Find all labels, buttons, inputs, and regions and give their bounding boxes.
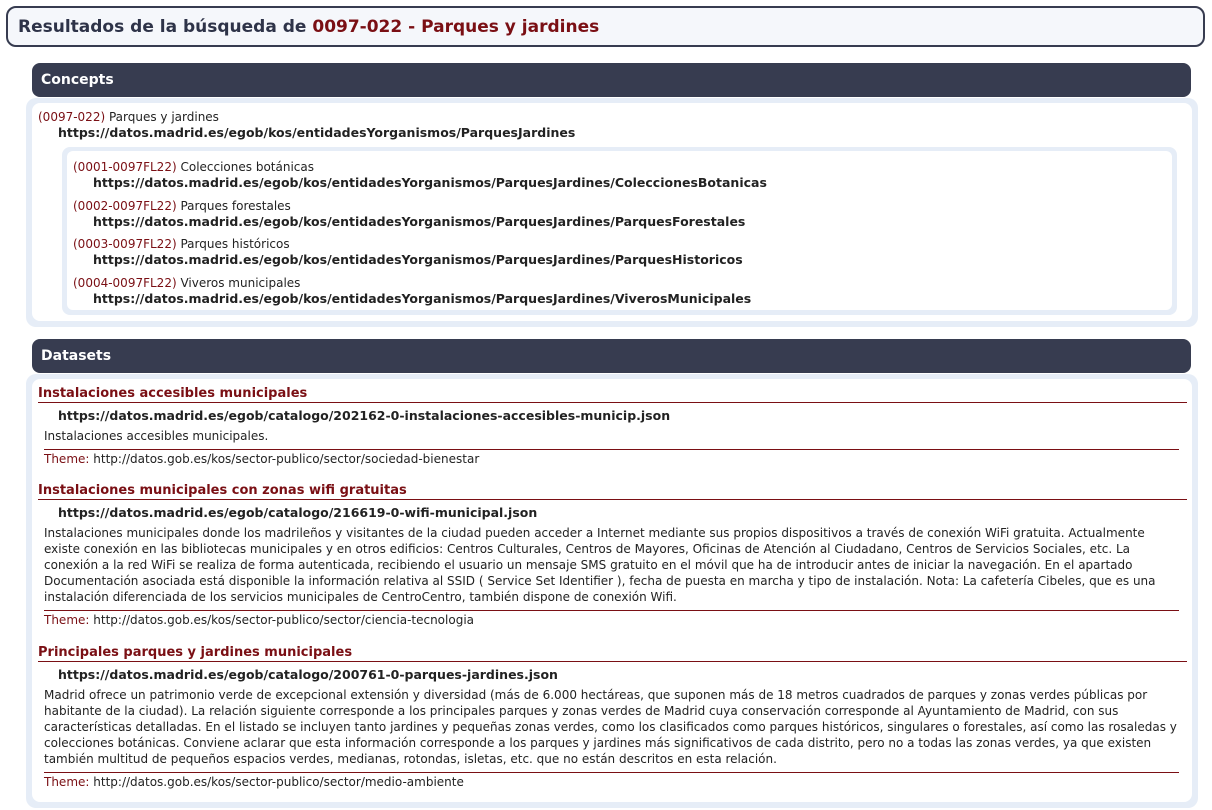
dataset-uri[interactable]: https://datos.madrid.es/egob/catalogo/20…: [58, 408, 1187, 424]
concept-code: (0002-0097FL22): [73, 199, 177, 213]
concept-uri[interactable]: https://datos.madrid.es/egob/kos/entidad…: [93, 214, 745, 230]
concepts-header: Concepts: [32, 63, 1191, 97]
datasets-list: Instalaciones accesibles municipales htt…: [32, 379, 1192, 802]
concept-code: (0001-0097FL22): [73, 160, 177, 174]
concept-child[interactable]: (0003-0097FL22) Parques históricos https…: [73, 236, 743, 268]
dataset-theme: Theme: http://datos.gob.es/kos/sector-pu…: [44, 449, 1179, 467]
datasets-panel: Instalaciones accesibles municipales htt…: [26, 374, 1198, 808]
concept-uri[interactable]: https://datos.madrid.es/egob/kos/entidad…: [93, 291, 751, 307]
concept-children-panel: (0001-0097FL22) Colecciones botánicas ht…: [62, 147, 1177, 315]
dataset-item: Instalaciones municipales con zonas wifi…: [38, 483, 1187, 628]
datasets-header: Datasets: [32, 339, 1191, 373]
concept-children-list: (0001-0097FL22) Colecciones botánicas ht…: [67, 151, 1172, 310]
concept-label: Parques históricos: [180, 237, 290, 251]
concept-uri[interactable]: https://datos.madrid.es/egob/kos/entidad…: [93, 252, 743, 268]
theme-uri[interactable]: http://datos.gob.es/kos/sector-publico/s…: [93, 775, 464, 789]
concept-label: Viveros municipales: [180, 276, 301, 290]
theme-label: Theme:: [44, 613, 90, 627]
concept-code: (0097-022): [38, 110, 106, 124]
dataset-item: Instalaciones accesibles municipales htt…: [38, 386, 1187, 467]
concept-root[interactable]: (0097-022) Parques y jardines https://da…: [38, 109, 575, 141]
dataset-description: Instalaciones accesibles municipales.: [44, 429, 269, 443]
dataset-title[interactable]: Instalaciones municipales con zonas wifi…: [38, 483, 1187, 500]
concept-child[interactable]: (0002-0097FL22) Parques forestales https…: [73, 198, 745, 230]
concept-label: Parques forestales: [180, 199, 291, 213]
dataset-theme: Theme: http://datos.gob.es/kos/sector-pu…: [44, 610, 1179, 628]
dataset-title[interactable]: Principales parques y jardines municipal…: [38, 645, 1187, 662]
concept-child[interactable]: (0001-0097FL22) Colecciones botánicas ht…: [73, 159, 767, 191]
concept-uri[interactable]: https://datos.madrid.es/egob/kos/entidad…: [58, 125, 575, 141]
concept-label: Colecciones botánicas: [180, 160, 314, 174]
dataset-uri[interactable]: https://datos.madrid.es/egob/catalogo/20…: [58, 667, 1187, 683]
dataset-theme: Theme: http://datos.gob.es/kos/sector-pu…: [44, 772, 1179, 790]
theme-uri[interactable]: http://datos.gob.es/kos/sector-publico/s…: [93, 613, 474, 627]
dataset-item: Principales parques y jardines municipal…: [38, 645, 1187, 790]
dataset-description: Instalaciones municipales donde los madr…: [44, 526, 1156, 604]
results-title-query: 0097-022 - Parques y jardines: [312, 17, 600, 37]
datasets-title: Datasets: [41, 348, 112, 364]
concept-label: Parques y jardines: [108, 110, 219, 124]
concept-code: (0003-0097FL22): [73, 237, 177, 251]
concept-code: (0004-0097FL22): [73, 276, 177, 290]
concepts-title: Concepts: [41, 72, 114, 88]
concepts-list: (0097-022) Parques y jardines https://da…: [32, 103, 1192, 321]
concept-uri[interactable]: https://datos.madrid.es/egob/kos/entidad…: [93, 175, 767, 191]
theme-label: Theme:: [44, 452, 90, 466]
dataset-title[interactable]: Instalaciones accesibles municipales: [38, 386, 1187, 403]
concept-child[interactable]: (0004-0097FL22) Viveros municipales http…: [73, 275, 751, 307]
results-title: Resultados de la búsqueda de 0097-022 - …: [6, 6, 1205, 47]
results-title-prefix: Resultados de la búsqueda de: [18, 17, 307, 37]
dataset-description: Madrid ofrece un patrimonio verde de exc…: [44, 688, 1177, 766]
concepts-panel: (0097-022) Parques y jardines https://da…: [26, 98, 1198, 327]
theme-label: Theme:: [44, 775, 90, 789]
dataset-uri[interactable]: https://datos.madrid.es/egob/catalogo/21…: [58, 505, 1187, 521]
theme-uri[interactable]: http://datos.gob.es/kos/sector-publico/s…: [93, 452, 479, 466]
